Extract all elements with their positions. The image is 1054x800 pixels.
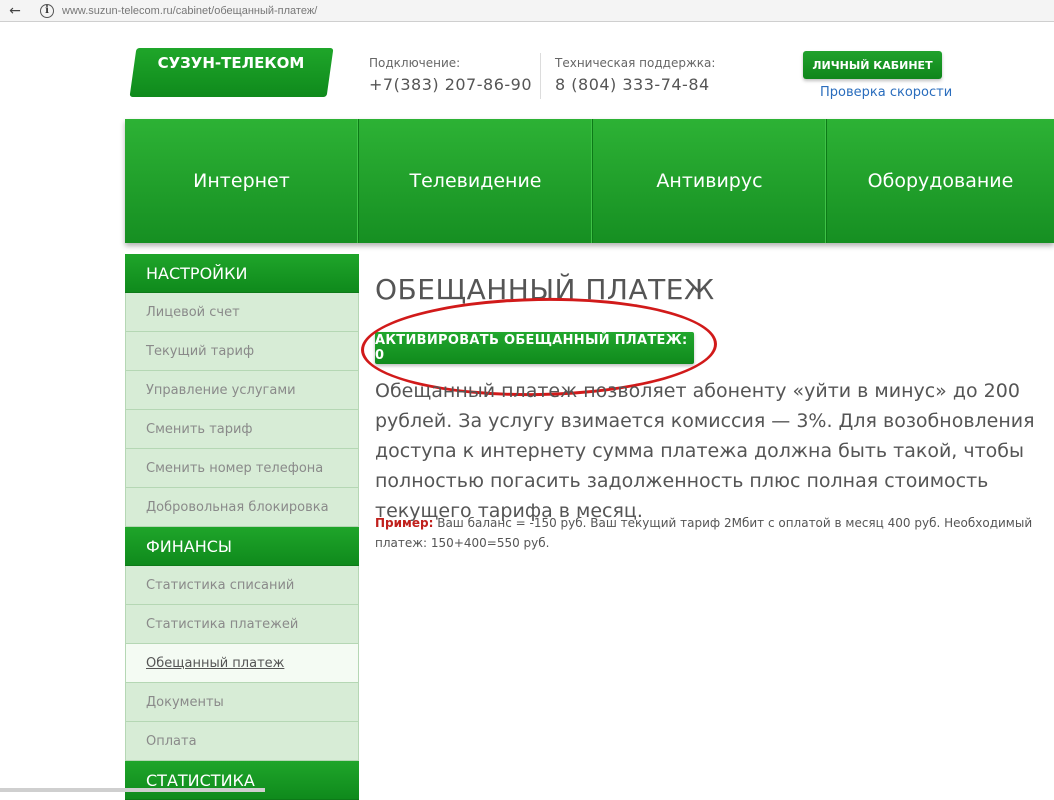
sidebar-item-charge-stats[interactable]: Статистика списаний xyxy=(125,566,359,605)
site-logo[interactable]: СУЗУН-ТЕЛЕКОМ xyxy=(129,48,334,97)
page-title: ОБЕЩАННЫЙ ПЛАТЕЖ xyxy=(375,273,715,306)
contact-label: Техническая поддержка: xyxy=(555,56,716,70)
horizontal-scrollbar[interactable] xyxy=(0,788,265,792)
sidebar-item-current-tariff[interactable]: Текущий тариф xyxy=(125,332,359,371)
sidebar-item-manage-services[interactable]: Управление услугами xyxy=(125,371,359,410)
sidebar-item-voluntary-block[interactable]: Добровольная блокировка xyxy=(125,488,359,527)
contact-connection: Подключение: +7(383) 207-86-90 xyxy=(369,56,532,94)
sidebar-item-payment-stats[interactable]: Статистика платежей xyxy=(125,605,359,644)
contact-support: Техническая поддержка: 8 (804) 333-74-84 xyxy=(555,56,715,94)
sidebar-item-payment[interactable]: Оплата xyxy=(125,722,359,761)
description-text: Обещанный платеж позволяет абоненту «уйт… xyxy=(375,380,1035,522)
main-nav: Интернет Телевидение Антивирус Оборудова… xyxy=(125,119,1054,243)
example-text: Ваш баланс = -150 руб. Ваш текущий тариф… xyxy=(375,516,1033,550)
sidebar-section-statistics: СТАТИСТИКА xyxy=(125,761,359,800)
logo-text: СУЗУН-ТЕЛЕКОМ xyxy=(157,54,305,72)
sidebar-item-change-phone[interactable]: Сменить номер телефона xyxy=(125,449,359,488)
sidebar-section-finance: ФИНАНСЫ xyxy=(125,527,359,566)
nav-item-internet[interactable]: Интернет xyxy=(125,119,359,243)
contact-phone: 8 (804) 333-74-84 xyxy=(555,75,710,94)
contact-phone: +7(383) 207-86-90 xyxy=(369,75,532,94)
browser-address-bar: ← i www.suzun-telecom.ru/cabinet/обещанн… xyxy=(0,0,1054,22)
sidebar-item-change-tariff[interactable]: Сменить тариф xyxy=(125,410,359,449)
sidebar-section-settings: НАСТРОЙКИ xyxy=(125,254,359,293)
nav-item-tv[interactable]: Телевидение xyxy=(359,119,593,243)
example-block: Пример: Ваш баланс = -150 руб. Ваш текущ… xyxy=(375,513,1050,553)
back-arrow-icon[interactable]: ← xyxy=(0,0,30,22)
info-icon[interactable]: i xyxy=(40,3,54,18)
speed-test-link[interactable]: Проверка скорости xyxy=(820,85,952,100)
contact-label: Подключение: xyxy=(369,56,461,70)
sidebar: НАСТРОЙКИ Лицевой счет Текущий тариф Упр… xyxy=(125,254,359,800)
sidebar-item-promised-payment[interactable]: Обещанный платеж xyxy=(125,644,359,683)
sidebar-item-documents[interactable]: Документы xyxy=(125,683,359,722)
personal-cabinet-button[interactable]: ЛИЧНЫЙ КАБИНЕТ xyxy=(803,51,942,79)
sidebar-item-account[interactable]: Лицевой счет xyxy=(125,293,359,332)
activate-promised-payment-button[interactable]: АКТИВИРОВАТЬ ОБЕЩАННЫЙ ПЛАТЕЖ: 0 xyxy=(375,332,694,364)
nav-item-equipment[interactable]: Оборудование xyxy=(827,119,1054,243)
header-divider xyxy=(540,53,541,99)
url-text[interactable]: www.suzun-telecom.ru/cabinet/обещанный-п… xyxy=(62,5,317,17)
example-label: Пример: xyxy=(375,516,434,530)
nav-item-antivirus[interactable]: Антивирус xyxy=(593,119,827,243)
